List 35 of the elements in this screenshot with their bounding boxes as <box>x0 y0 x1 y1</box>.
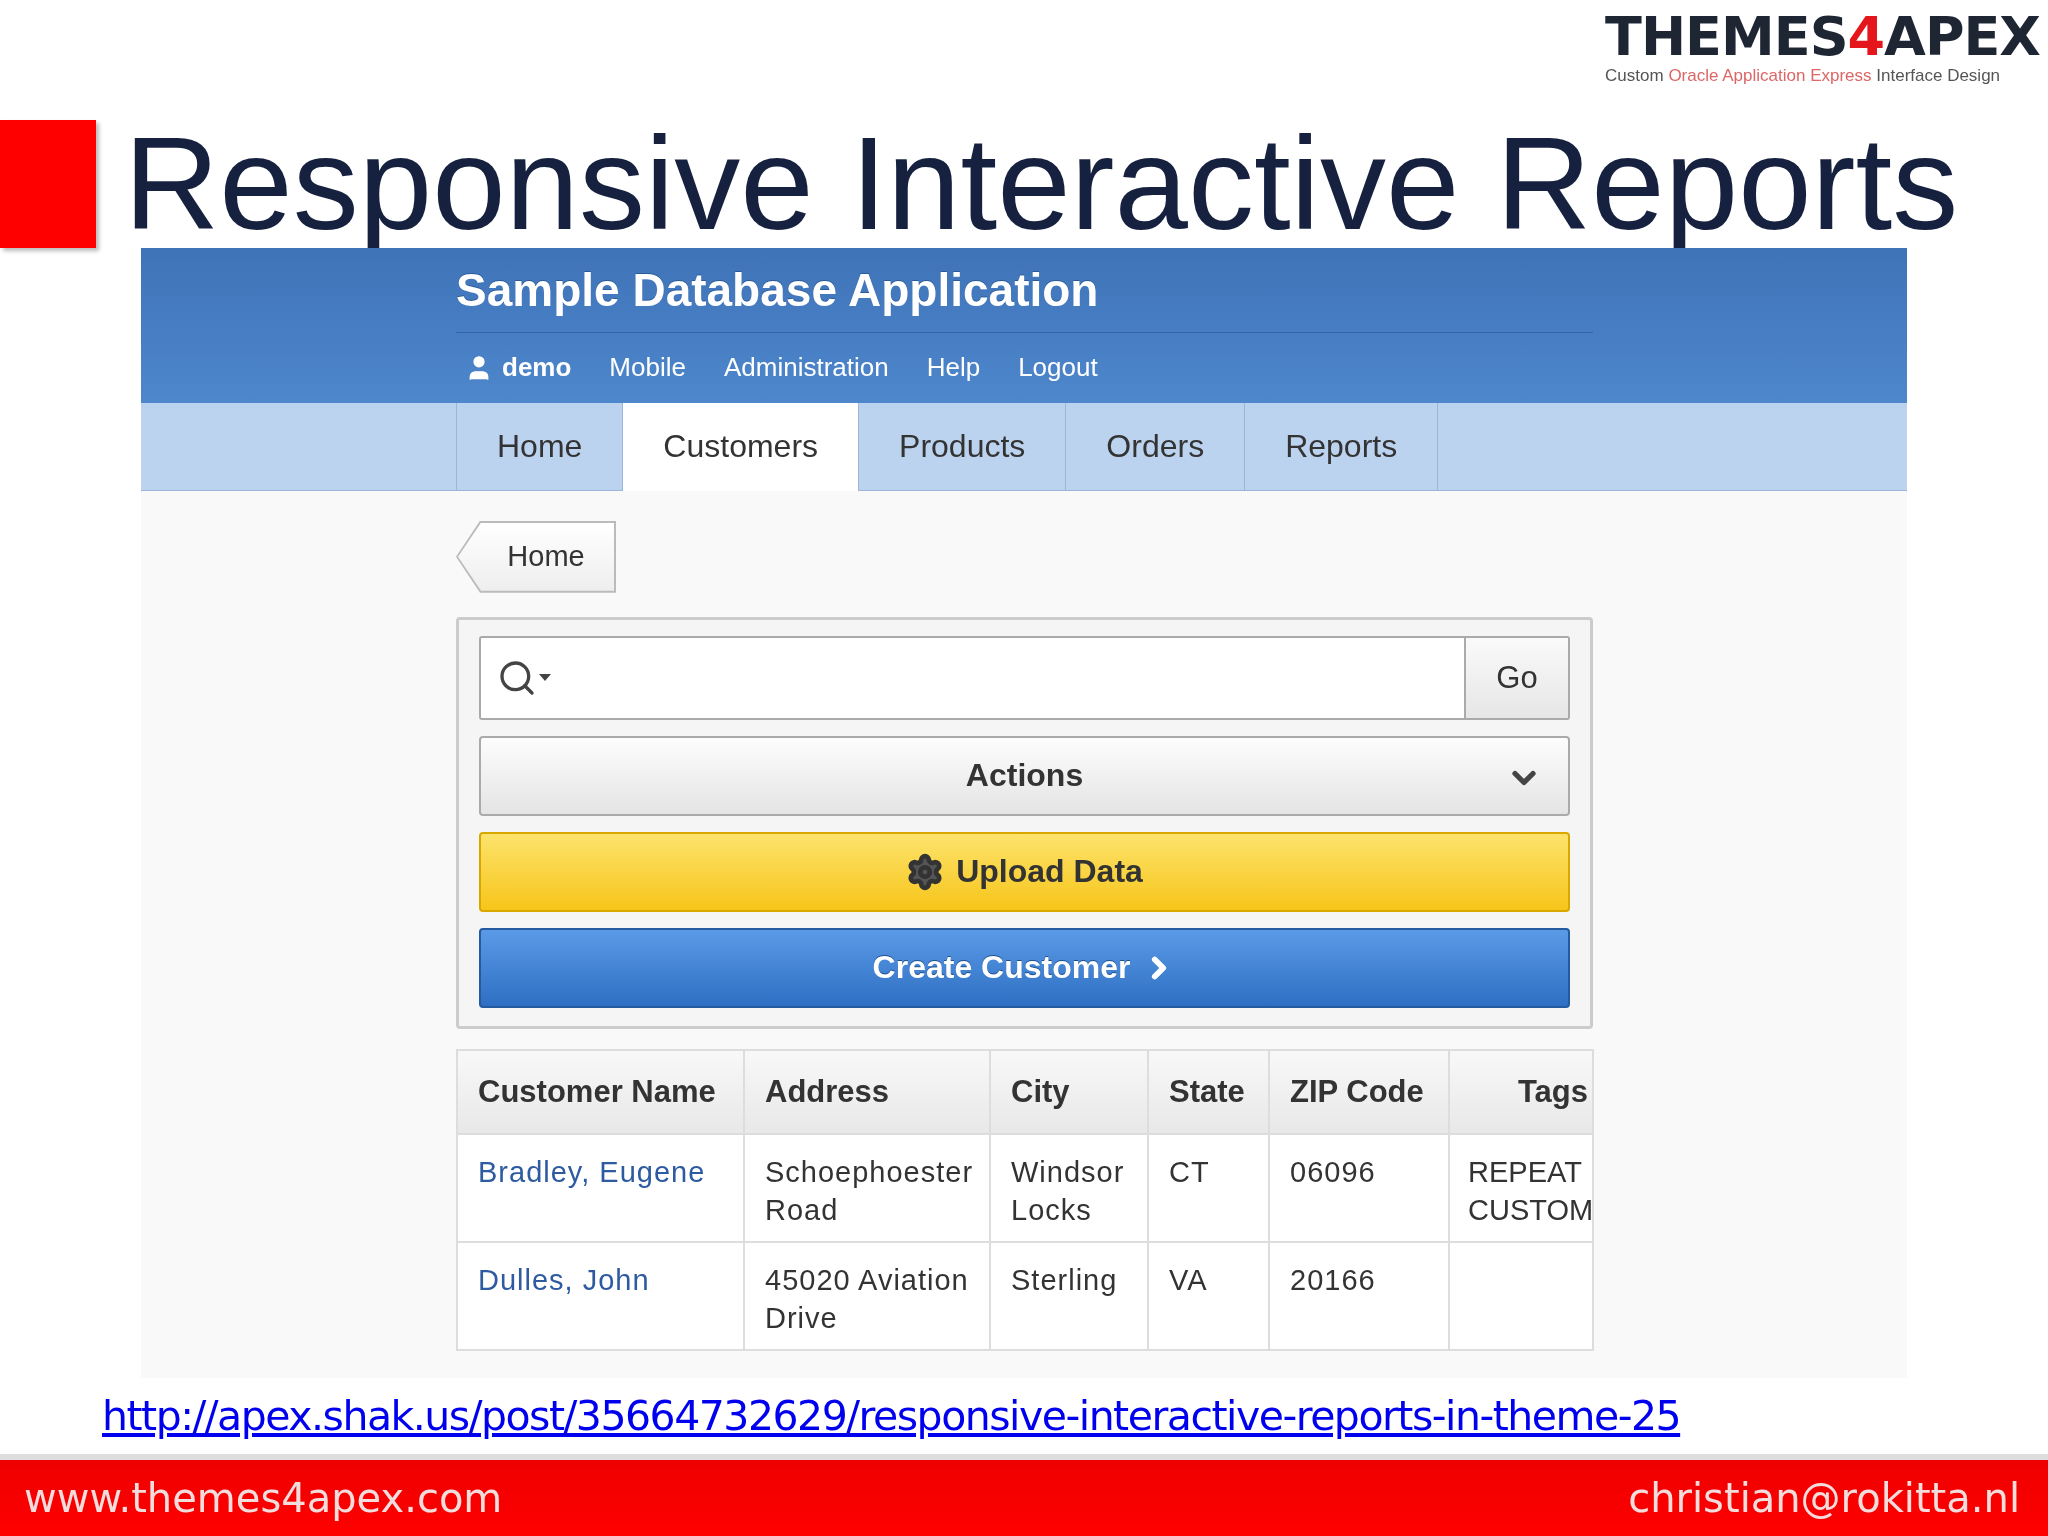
column-header[interactable]: ZIP Code <box>1269 1049 1449 1134</box>
slide-title: Responsive Interactive Reports <box>124 117 1959 250</box>
upload-button[interactable]: Upload Data <box>479 831 1570 912</box>
nav-link[interactable]: Mobile <box>609 352 686 384</box>
website-text: www.themes4apex.com <box>24 1475 503 1522</box>
actions-button[interactable]: Actions <box>479 735 1570 816</box>
column-header[interactable]: State <box>1148 1049 1269 1134</box>
logo: THEMES4APEX Custom Oracle Application Express Interface Design <box>1605 10 2040 87</box>
email-text: christian@rokitta.nl <box>1628 1475 2020 1522</box>
user-link[interactable]: demo <box>464 352 572 384</box>
breadcrumb-button[interactable]: Home <box>456 520 616 593</box>
table-cell: 06096 <box>1290 1155 1376 1188</box>
nav-link[interactable]: Logout <box>1018 352 1098 384</box>
column-header[interactable]: Tags <box>1449 1049 1593 1134</box>
nav-link[interactable]: Administration <box>723 352 889 384</box>
column-header[interactable]: City <box>990 1049 1148 1134</box>
tab[interactable]: Products <box>858 402 1066 490</box>
article-link[interactable]: http://apex.shak.us/post/35664732629/responsive-interactive-reports-in-theme-25 <box>102 1392 1681 1441</box>
table-cell: VA <box>1169 1263 1208 1296</box>
table-cell: CT <box>1169 1155 1210 1188</box>
tab[interactable]: Customers <box>622 402 859 491</box>
nav-link[interactable]: Help <box>926 352 981 384</box>
tab[interactable]: Orders <box>1065 402 1245 490</box>
create-button[interactable]: Create Customer <box>479 927 1570 1008</box>
table-cell: Windsor Locks <box>1011 1155 1125 1226</box>
table-cell: REPEAT CUSTOM <box>1468 1155 1594 1226</box>
table-cell: Schoephoester Road <box>765 1155 974 1226</box>
tab[interactable]: Reports <box>1244 402 1438 490</box>
app-title: Sample Database Application <box>456 247 1593 333</box>
table-cell: Sterling <box>1011 1263 1118 1296</box>
table-cell: 20166 <box>1290 1263 1376 1296</box>
column-header[interactable]: Customer Name <box>457 1049 744 1134</box>
customer-link[interactable]: Dulles, John <box>478 1263 650 1296</box>
column-header[interactable]: Address <box>744 1049 990 1134</box>
table-cell: 45020 Aviation Drive <box>765 1263 969 1334</box>
